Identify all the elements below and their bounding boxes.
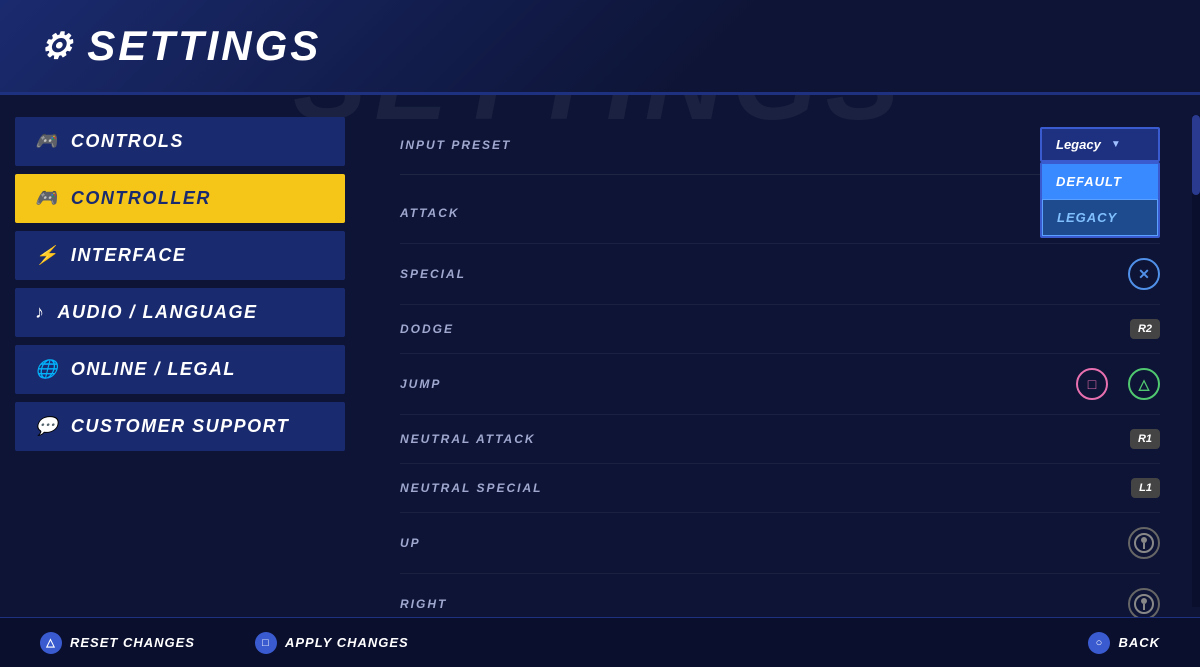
control-label-attack: ATTACK [400,206,1128,220]
control-label-special: SPECIAL [400,267,1128,281]
sidebar-icon-audio-language: ♪ [35,302,46,323]
trigger-button-L1[interactable]: L1 [1131,478,1160,498]
control-row-special: SPECIAL✕ [400,244,1160,305]
chevron-down-icon: ▼ [1111,139,1121,150]
preset-dropdown[interactable]: Legacy ▼ DEFAULTLEGACY [1040,127,1160,162]
cross-button[interactable]: ✕ [1128,258,1160,290]
control-row-neutral-attack: NEUTRAL ATTACKR1 [400,415,1160,464]
control-row-dodge: DODGER2 [400,305,1160,354]
sidebar-item-interface[interactable]: ⚡ INTERFACE [15,231,345,280]
control-label-right: RIGHT [400,597,1128,611]
control-buttons-up [1128,527,1160,559]
input-preset-label: INPUT PRESET [400,138,1040,152]
triangle-icon: △ [40,632,62,654]
control-buttons-special: ✕ [1128,258,1160,290]
dropdown-value: Legacy [1056,137,1101,152]
control-label-up: UP [400,536,1128,550]
apply-changes-action[interactable]: □ APPLY CHANGES [255,632,409,654]
sidebar-item-controls[interactable]: 🎮 CONTROLS [15,117,345,166]
sidebar-icon-interface: ⚡ [35,245,59,266]
stick-button-right[interactable] [1128,588,1160,620]
sidebar-label-interface: INTERFACE [71,245,187,266]
circle-icon: ○ [1088,632,1110,654]
header: ⚙ SETTINGS [0,0,1200,95]
main-layout: 🎮 CONTROLS 🎮 CONTROLLER ⚡ INTERFACE ♪ AUDIO / L… [0,95,1200,667]
sidebar-item-customer-support[interactable]: 💬 CUSTOMER SUPPORT [15,402,345,451]
controls-list: ATTACK○SPECIAL✕DODGER2JUMP□△NEUTRAL ATTA… [400,183,1160,667]
sidebar-icon-controller: 🎮 [35,188,59,209]
square-icon: □ [255,632,277,654]
gear-icon: ⚙ [40,25,75,67]
back-action[interactable]: ○ BACK [1088,632,1160,654]
dropdown-option-default[interactable]: DEFAULT [1042,164,1158,199]
control-buttons-jump: □△ [1076,368,1160,400]
title-text: SETTINGS [87,22,321,70]
control-label-neutral-special: NEUTRAL SPECIAL [400,481,1131,495]
reset-label: RESET CHANGES [70,635,195,650]
control-label-jump: JUMP [400,377,1076,391]
sidebar-icon-online-legal: 🌐 [35,359,59,380]
sidebar-label-online-legal: ONLINE / LEGAL [71,359,236,380]
stick-button-up[interactable] [1128,527,1160,559]
back-label: BACK [1118,635,1160,650]
triangle-button[interactable]: △ [1128,368,1160,400]
control-buttons-neutral-attack: R1 [1130,429,1160,449]
control-buttons-right [1128,588,1160,620]
dropdown-option-legacy[interactable]: LEGACY [1042,199,1158,236]
input-preset-row: INPUT PRESET Legacy ▼ DEFAULTLEGACY [400,115,1160,175]
reset-changes-action[interactable]: △ RESET CHANGES [40,632,195,654]
sidebar-item-audio-language[interactable]: ♪ AUDIO / LANGUAGE [15,288,345,337]
control-buttons-dodge: R2 [1130,319,1160,339]
control-label-neutral-attack: NEUTRAL ATTACK [400,432,1130,446]
sidebar-item-controller[interactable]: 🎮 CONTROLLER [15,174,345,223]
control-row-neutral-special: NEUTRAL SPECIALL1 [400,464,1160,513]
control-buttons-neutral-special: L1 [1131,478,1160,498]
page-title: ⚙ SETTINGS [40,22,321,70]
content-panel: INPUT PRESET Legacy ▼ DEFAULTLEGACY ATTA… [360,95,1200,667]
sidebar-label-controls: CONTROLS [71,131,184,152]
dropdown-button[interactable]: Legacy ▼ [1040,127,1160,162]
scrollbar-track[interactable] [1192,115,1200,607]
sidebar: 🎮 CONTROLS 🎮 CONTROLLER ⚡ INTERFACE ♪ AUDIO / L… [0,95,360,667]
apply-label: APPLY CHANGES [285,635,409,650]
sidebar-icon-customer-support: 💬 [35,416,59,437]
control-row-jump: JUMP□△ [400,354,1160,415]
control-label-dodge: DODGE [400,322,1130,336]
trigger-button-R1[interactable]: R1 [1130,429,1160,449]
sidebar-label-customer-support: CUSTOMER SUPPORT [71,416,289,437]
scrollbar-thumb[interactable] [1192,115,1200,195]
sidebar-item-online-legal[interactable]: 🌐 ONLINE / LEGAL [15,345,345,394]
sidebar-icon-controls: 🎮 [35,131,59,152]
control-row-up: UP [400,513,1160,574]
square-button[interactable]: □ [1076,368,1108,400]
trigger-button-R2[interactable]: R2 [1130,319,1160,339]
sidebar-label-controller: CONTROLLER [71,188,211,209]
sidebar-label-audio-language: AUDIO / LANGUAGE [58,302,258,323]
dropdown-menu: DEFAULTLEGACY [1040,162,1160,238]
bottom-bar: △ RESET CHANGES □ APPLY CHANGES ○ BACK [0,617,1200,667]
